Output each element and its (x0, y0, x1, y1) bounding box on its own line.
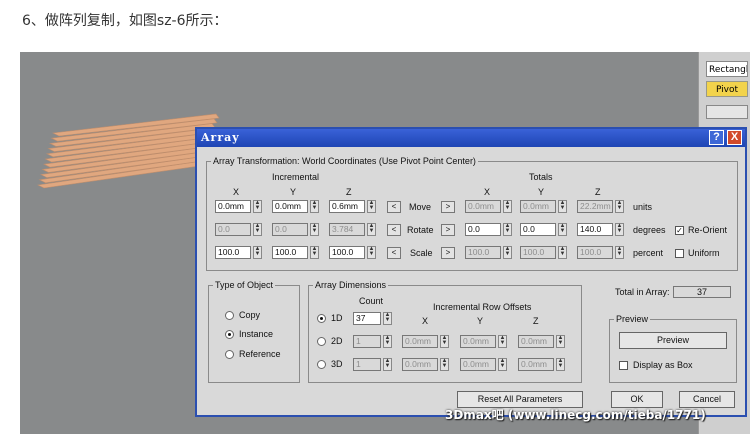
move-label: Move (409, 202, 432, 212)
dim-1d-label: 1D (331, 313, 343, 323)
dim-3d-radio[interactable] (317, 360, 326, 369)
preview-group-label: Preview (614, 314, 651, 324)
reorient-label: Re-Orient (688, 225, 728, 235)
array-dimensions-label: Array Dimensions (313, 280, 389, 290)
rotate-unit: degrees (633, 225, 666, 235)
incremental-label: Incremental (272, 172, 320, 182)
offset-y-label: Y (477, 316, 484, 326)
dim-2d-radio[interactable] (317, 337, 326, 346)
rotate-right-arrow[interactable]: > (441, 224, 455, 236)
preview-button[interactable]: Preview (619, 332, 727, 349)
count-label: Count (359, 296, 384, 306)
tot-z-label: Z (595, 187, 601, 197)
move-left-arrow[interactable]: < (387, 201, 401, 213)
dim-2d-label: 2D (331, 336, 343, 346)
copy-label: Copy (239, 310, 261, 320)
uniform-label: Uniform (688, 248, 720, 258)
scale-left-arrow[interactable]: < (387, 247, 401, 259)
page-caption: 6、做阵列复制，如图sz-6所示： (22, 13, 228, 29)
move-right-arrow[interactable]: > (441, 201, 455, 213)
inc-z-label: Z (346, 187, 352, 197)
offset-z-label: Z (533, 316, 539, 326)
scale-unit: percent (633, 248, 664, 258)
tot-y-label: Y (538, 187, 545, 197)
reference-label: Reference (239, 349, 281, 359)
rotate-label: Rotate (407, 225, 434, 235)
dialog-title: Array (201, 131, 240, 144)
inc-x-label: X (233, 187, 240, 197)
offset-x-label: X (422, 316, 429, 326)
watermark: 3Dmax吧 (www.linecg.com/tieba/1771) (445, 408, 706, 422)
help-icon[interactable]: ? (709, 130, 724, 145)
dim-3d-label: 3D (331, 359, 343, 369)
scale-label: Scale (410, 248, 433, 258)
display-as-box-checkbox[interactable] (619, 361, 628, 370)
display-as-box-label: Display as Box (633, 360, 693, 370)
reference-radio[interactable] (225, 350, 234, 359)
reorient-checkbox[interactable]: ✓ (675, 226, 684, 235)
instance-radio[interactable] (225, 330, 234, 339)
close-icon[interactable]: X (727, 130, 742, 145)
total-in-array-value: 37 (673, 286, 731, 298)
totals-label: Totals (529, 172, 553, 182)
preview-group: Preview (609, 314, 737, 383)
transformation-group-label: Array Transformation: World Coordinates … (211, 156, 478, 166)
object-name-field[interactable]: Rectangle0 (706, 61, 748, 77)
uniform-checkbox[interactable] (675, 249, 684, 258)
rotate-left-arrow[interactable]: < (387, 224, 401, 236)
panel-dropdown[interactable] (706, 105, 748, 119)
row-offsets-label: Incremental Row Offsets (433, 302, 532, 312)
inc-y-label: Y (290, 187, 297, 197)
tot-x-label: X (484, 187, 491, 197)
pivot-button[interactable]: Pivot (706, 81, 748, 97)
title-bar[interactable]: Array ? X (197, 129, 745, 147)
dim-1d-radio[interactable] (317, 314, 326, 323)
instance-label: Instance (239, 329, 274, 339)
array-dialog: Array ? X Array Transformation: World Co… (195, 127, 747, 417)
scale-right-arrow[interactable]: > (441, 247, 455, 259)
move-unit: units (633, 202, 653, 212)
copy-radio[interactable] (225, 311, 234, 320)
type-of-object-label: Type of Object (213, 280, 276, 290)
total-in-array-label: Total in Array: (615, 287, 670, 297)
